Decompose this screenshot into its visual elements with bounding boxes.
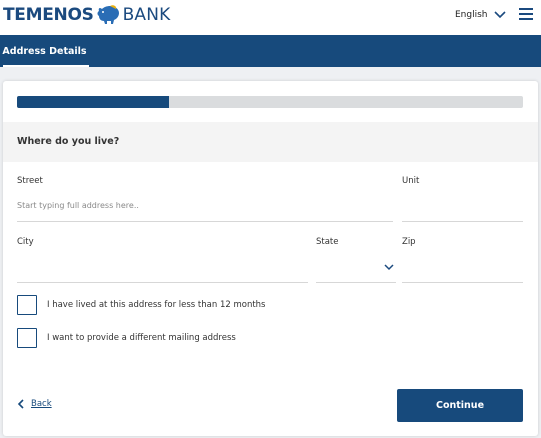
back-link[interactable]: Back (17, 399, 52, 409)
zip-input[interactable] (402, 259, 523, 275)
continue-button[interactable]: Continue (397, 389, 523, 422)
street-underline (17, 221, 393, 222)
section-header: Where do you live? (3, 122, 538, 162)
language-selector[interactable]: English (455, 8, 506, 22)
progress-fill (17, 96, 169, 108)
language-label: English (455, 10, 488, 20)
city-input[interactable] (17, 259, 308, 275)
app-root: TEMENOS BANK English Address Details Whe… (0, 0, 541, 438)
top-header: TEMENOS BANK English (0, 0, 541, 35)
step-nav: Address Details (0, 35, 541, 67)
city-label: City (17, 237, 34, 247)
checkbox-label-different-mailing-address: I want to provide a different mailing ad… (47, 333, 236, 343)
tab-address-details[interactable]: Address Details (0, 35, 89, 67)
back-label: Back (31, 399, 52, 409)
brand-name-light: BANK (122, 5, 171, 25)
checkbox-different-mailing-address[interactable] (17, 328, 37, 348)
zip-label: Zip (402, 237, 416, 247)
state-select[interactable] (316, 253, 396, 281)
hamburger-menu-icon[interactable] (519, 8, 533, 20)
section-title: Where do you live? (17, 136, 120, 147)
brand-name-bold: TEMENOS (3, 5, 94, 25)
brand-logo[interactable]: TEMENOS BANK (3, 3, 171, 27)
state-underline (316, 282, 396, 283)
progress-bar (17, 96, 523, 108)
address-form-card: Where do you live? Street Unit City Stat… (3, 81, 538, 436)
unit-input[interactable] (402, 197, 523, 213)
street-input[interactable] (17, 197, 393, 213)
piggy-bank-icon (97, 5, 119, 24)
unit-label: Unit (402, 176, 420, 186)
city-underline (17, 282, 308, 283)
zip-underline (402, 282, 523, 283)
chevron-left-icon (17, 399, 24, 409)
chevron-down-icon (493, 11, 506, 19)
checkbox-lived-less-12-months[interactable] (17, 295, 37, 315)
checkbox-label-lived-less-12-months: I have lived at this address for less th… (47, 300, 266, 310)
state-label: State (316, 237, 339, 247)
unit-underline (402, 221, 523, 222)
street-label: Street (17, 176, 43, 186)
chevron-down-icon (384, 264, 394, 271)
